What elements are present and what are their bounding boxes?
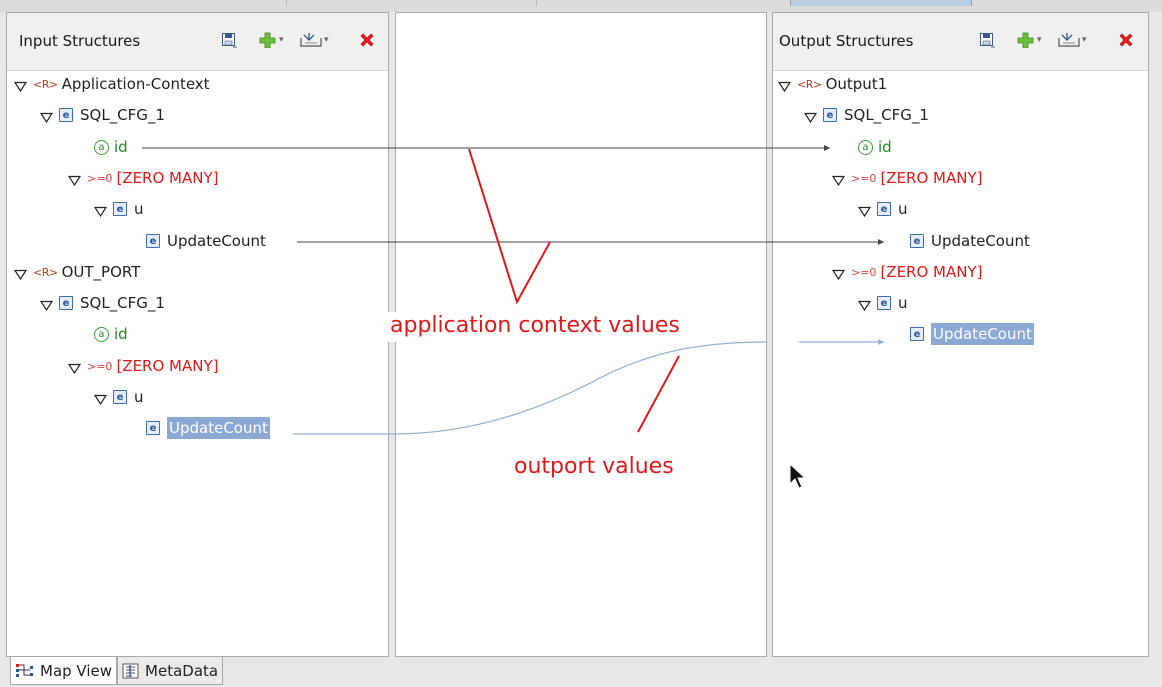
mapping-line-id[interactable] [142, 145, 830, 151]
tab-map-view-label: Map View [40, 661, 113, 680]
tab-metadata-label: MetaData [145, 661, 219, 680]
mapping-lines [142, 145, 884, 435]
annotation-arrow-outport [637, 355, 680, 433]
tab-metadata[interactable]: MetaData [117, 657, 224, 685]
metadata-icon [122, 663, 139, 678]
mapping-line-updatecount[interactable] [297, 239, 884, 245]
tab-map-view[interactable]: Map View [10, 657, 118, 685]
mouse-cursor-icon [789, 462, 807, 489]
map-view-icon [16, 663, 33, 677]
mapping-line-outport-updatecount[interactable] [293, 339, 884, 435]
annotation-outport: outport values [512, 452, 742, 484]
bottom-tab-bar: Map View MetaData [10, 657, 224, 687]
annotation-arrow-application-context [468, 148, 551, 305]
annotation-application-context: application context values [388, 312, 710, 342]
